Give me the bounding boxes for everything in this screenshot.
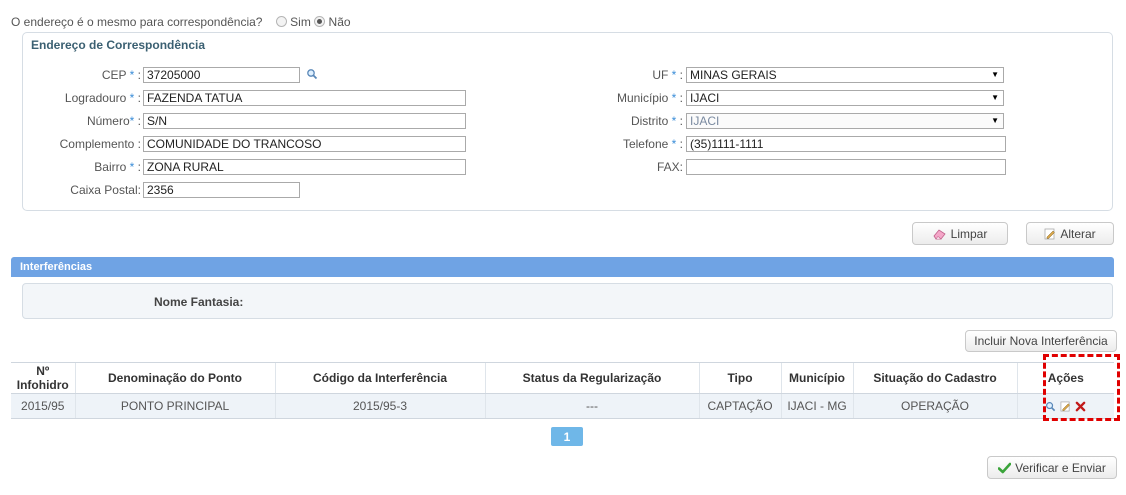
fax-label: FAX: [656,160,683,174]
complemento-label: Complemento : [59,137,141,151]
cep-input[interactable]: 37205000 [143,67,300,83]
telefone-label: Telefone * : [622,137,683,151]
radio-sim-label: Sim [290,15,311,29]
clear-label: Limpar [950,226,988,241]
radio-nao[interactable] [314,16,326,27]
col-infohidro: Nº Infohidro [11,362,75,394]
col-denominacao: Denominação do Ponto [74,362,275,394]
caixa-postal-label: Caixa Postal: [70,183,141,197]
bairro-input[interactable]: ZONA RURAL [143,159,466,175]
col-municipio: Município [780,362,853,394]
table-row: 2015/95 PONTO PRINCIPAL 2015/95-3 --- CA… [11,393,1114,419]
same-address-question: O endereço é o mesmo para correspondênci… [11,15,351,29]
cell-infohidro: 2015/95 [11,393,75,419]
cell-municipio: IJACI - MG [780,393,853,419]
cep-label: CEP * : [101,68,141,82]
cell-denominacao: PONTO PRINCIPAL [74,393,275,419]
telefone-input[interactable]: (35)1111-1111 [686,136,1006,152]
distrito-select[interactable]: IJACI ▼ [686,113,1004,129]
interferences-header: Interferências [11,257,1114,277]
radio-nao-label: Não [328,15,351,29]
interferences-table: Nº Infohidro Denominação do Ponto Código… [11,362,1114,419]
search-icon[interactable] [306,68,318,80]
table-header-row: Nº Infohidro Denominação do Ponto Código… [11,362,1114,394]
numero-label: Número* : [86,114,141,128]
check-icon [998,462,1012,473]
change-label: Alterar [1060,226,1096,241]
cell-status: --- [484,393,699,419]
municipio-label: Município * : [616,91,683,105]
verify-send-button[interactable]: Verificar e Enviar [987,456,1117,479]
panel-title: Endereço de Correspondência [31,38,206,52]
eraser-icon [933,228,946,239]
clear-button[interactable]: Limpar [912,222,1008,245]
change-button[interactable]: Alterar [1026,222,1114,245]
cell-tipo: CAPTAÇÃO [698,393,781,419]
logradouro-label: Logradouro * : [64,91,141,105]
chevron-down-icon: ▼ [991,116,999,125]
page-1-button[interactable]: 1 [551,427,583,446]
verify-send-label: Verificar e Enviar [1015,460,1106,475]
add-interference-label: Incluir Nova Interferência [974,334,1108,348]
address-panel: Endereço de Correspondência CEP * : 3720… [22,32,1113,211]
logradouro-input[interactable]: FAZENDA TATUA [143,90,466,106]
cell-codigo: 2015/95-3 [274,393,485,419]
chevron-down-icon: ▼ [991,93,999,102]
nome-fantasia-label: Nome Fantasia: [154,295,244,309]
caixa-postal-input[interactable]: 2356 [143,182,300,198]
radio-sim[interactable] [275,16,287,27]
uf-label: UF * : [652,68,683,82]
bairro-label: Bairro * : [94,160,141,174]
uf-select[interactable]: MINAS GERAIS ▼ [686,67,1004,83]
add-interference-button[interactable]: Incluir Nova Interferência [965,330,1117,352]
edit-icon [1044,228,1056,239]
chevron-down-icon: ▼ [991,70,999,79]
col-status: Status da Regularização [484,362,699,394]
distrito-label: Distrito * : [630,114,683,128]
col-situacao: Situação do Cadastro [852,362,1017,394]
numero-input[interactable]: S/N [143,113,466,129]
cell-situacao: OPERAÇÃO [852,393,1017,419]
fax-input[interactable] [686,159,1006,175]
col-tipo: Tipo [698,362,781,394]
question-text: O endereço é o mesmo para correspondênci… [11,15,263,29]
col-codigo: Código da Interferência [274,362,485,394]
complemento-input[interactable]: COMUNIDADE DO TRANCOSO [143,136,466,152]
municipio-select[interactable]: IJACI ▼ [686,90,1004,106]
interferences-title: Interferências [20,261,93,273]
actions-highlight [1043,354,1120,421]
nome-fantasia-box: Nome Fantasia: [22,283,1113,319]
